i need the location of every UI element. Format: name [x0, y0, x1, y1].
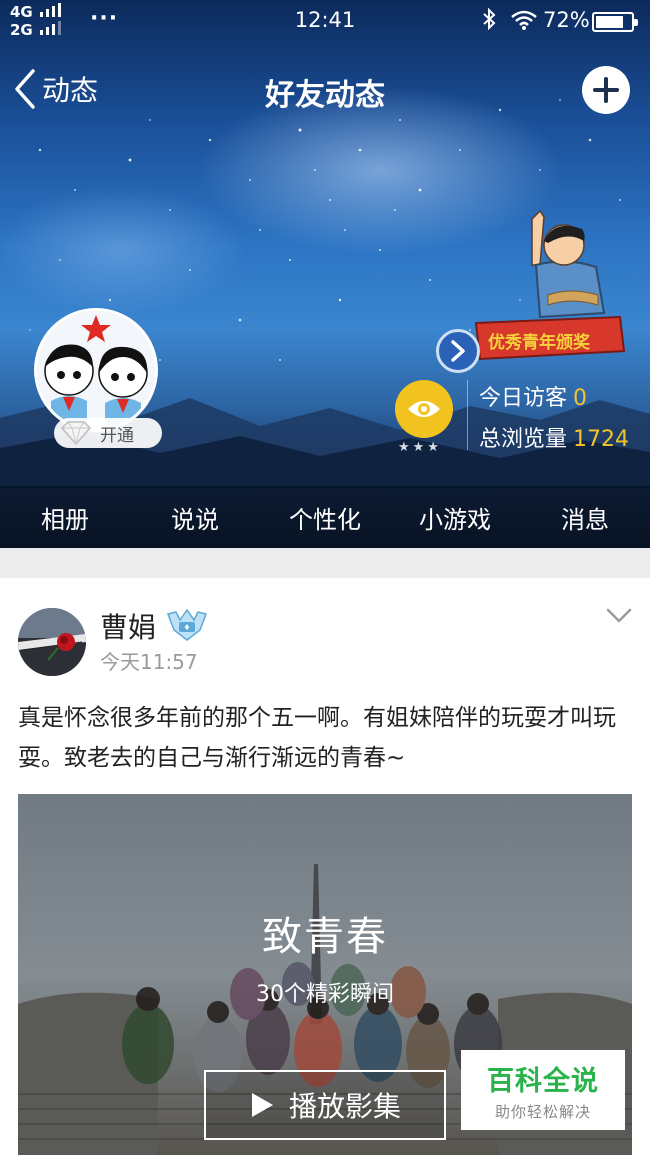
rating-stars-icon: ★★★	[398, 440, 442, 455]
diamond-icon	[60, 421, 92, 446]
watermark-sub-text: 助你轻松解决	[494, 1102, 591, 1121]
battery-icon	[592, 12, 638, 32]
mascot-banner-text: 优秀青年颁奖	[488, 332, 591, 353]
play-album-label: 播放影集	[288, 1090, 401, 1123]
total-views-value: 1724	[573, 427, 630, 452]
add-post-button[interactable]	[582, 66, 630, 114]
tab-shuoshuo[interactable]: 说说	[130, 486, 260, 548]
stats-divider	[467, 380, 468, 450]
post-options-button[interactable]	[606, 608, 632, 628]
page-title: 好友动态	[265, 78, 385, 113]
vip-open-label: 开通	[100, 425, 134, 446]
album-subtitle: 30个精彩瞬间	[256, 982, 394, 1007]
avatar-illustration	[37, 311, 155, 429]
play-icon	[251, 1093, 273, 1117]
plus-icon	[593, 77, 619, 103]
award-arrow-icon[interactable]	[436, 329, 480, 373]
tab-album[interactable]: 相册	[0, 486, 130, 548]
watermark-logo: 百科全说 助你轻松解决	[461, 1050, 625, 1130]
profile-avatar-block[interactable]: 开通	[34, 308, 162, 452]
profile-header: 4G 2G ··· 12:41 72% 动态 好友动态 优秀青年颁奖 开通 ★★…	[0, 0, 650, 548]
profile-avatar[interactable]	[34, 308, 158, 432]
today-visitors[interactable]: 今日访客 0	[479, 380, 587, 412]
post-timestamp: 今天11:57	[100, 650, 198, 674]
today-visitors-label: 今日访客	[479, 386, 568, 411]
profile-tab-bar: 相册 说说 个性化 小游戏 消息	[0, 486, 650, 548]
eye-icon	[408, 401, 440, 417]
chevron-down-icon	[606, 608, 632, 623]
post-text: 真是怀念很多年前的那个五一啊。有姐妹陪伴的玩耍才叫玩耍。致老去的自己与渐行渐远的…	[18, 705, 616, 771]
avatar-image	[18, 608, 86, 676]
tab-games[interactable]: 小游戏	[390, 486, 520, 548]
wifi-icon	[511, 10, 537, 34]
status-bar: 4G 2G ··· 12:41 72%	[0, 0, 650, 42]
award-mascot-banner[interactable]: 优秀青年颁奖	[436, 205, 636, 375]
level-badge-icon: ♦	[166, 608, 208, 642]
album-title: 致青春	[262, 914, 388, 960]
bluetooth-icon	[482, 7, 496, 35]
total-views[interactable]: 总浏览量 1724	[479, 421, 629, 453]
play-album-button[interactable]: 播放影集	[204, 1070, 446, 1140]
today-visitors-value: 0	[573, 386, 588, 411]
total-views-label: 总浏览量	[479, 427, 568, 452]
tab-messages[interactable]: 消息	[520, 486, 650, 548]
battery-percent: 72%	[543, 8, 590, 32]
post-author-name[interactable]: 曹娟	[100, 606, 156, 646]
tab-personalize[interactable]: 个性化	[260, 486, 390, 548]
visitors-button[interactable]	[395, 380, 453, 438]
post-author-avatar[interactable]	[18, 608, 86, 676]
section-divider	[0, 548, 650, 578]
vip-open-button[interactable]: 开通	[54, 418, 162, 448]
svg-text:♦: ♦	[183, 623, 190, 632]
watermark-main-text: 百科全说	[487, 1065, 599, 1097]
